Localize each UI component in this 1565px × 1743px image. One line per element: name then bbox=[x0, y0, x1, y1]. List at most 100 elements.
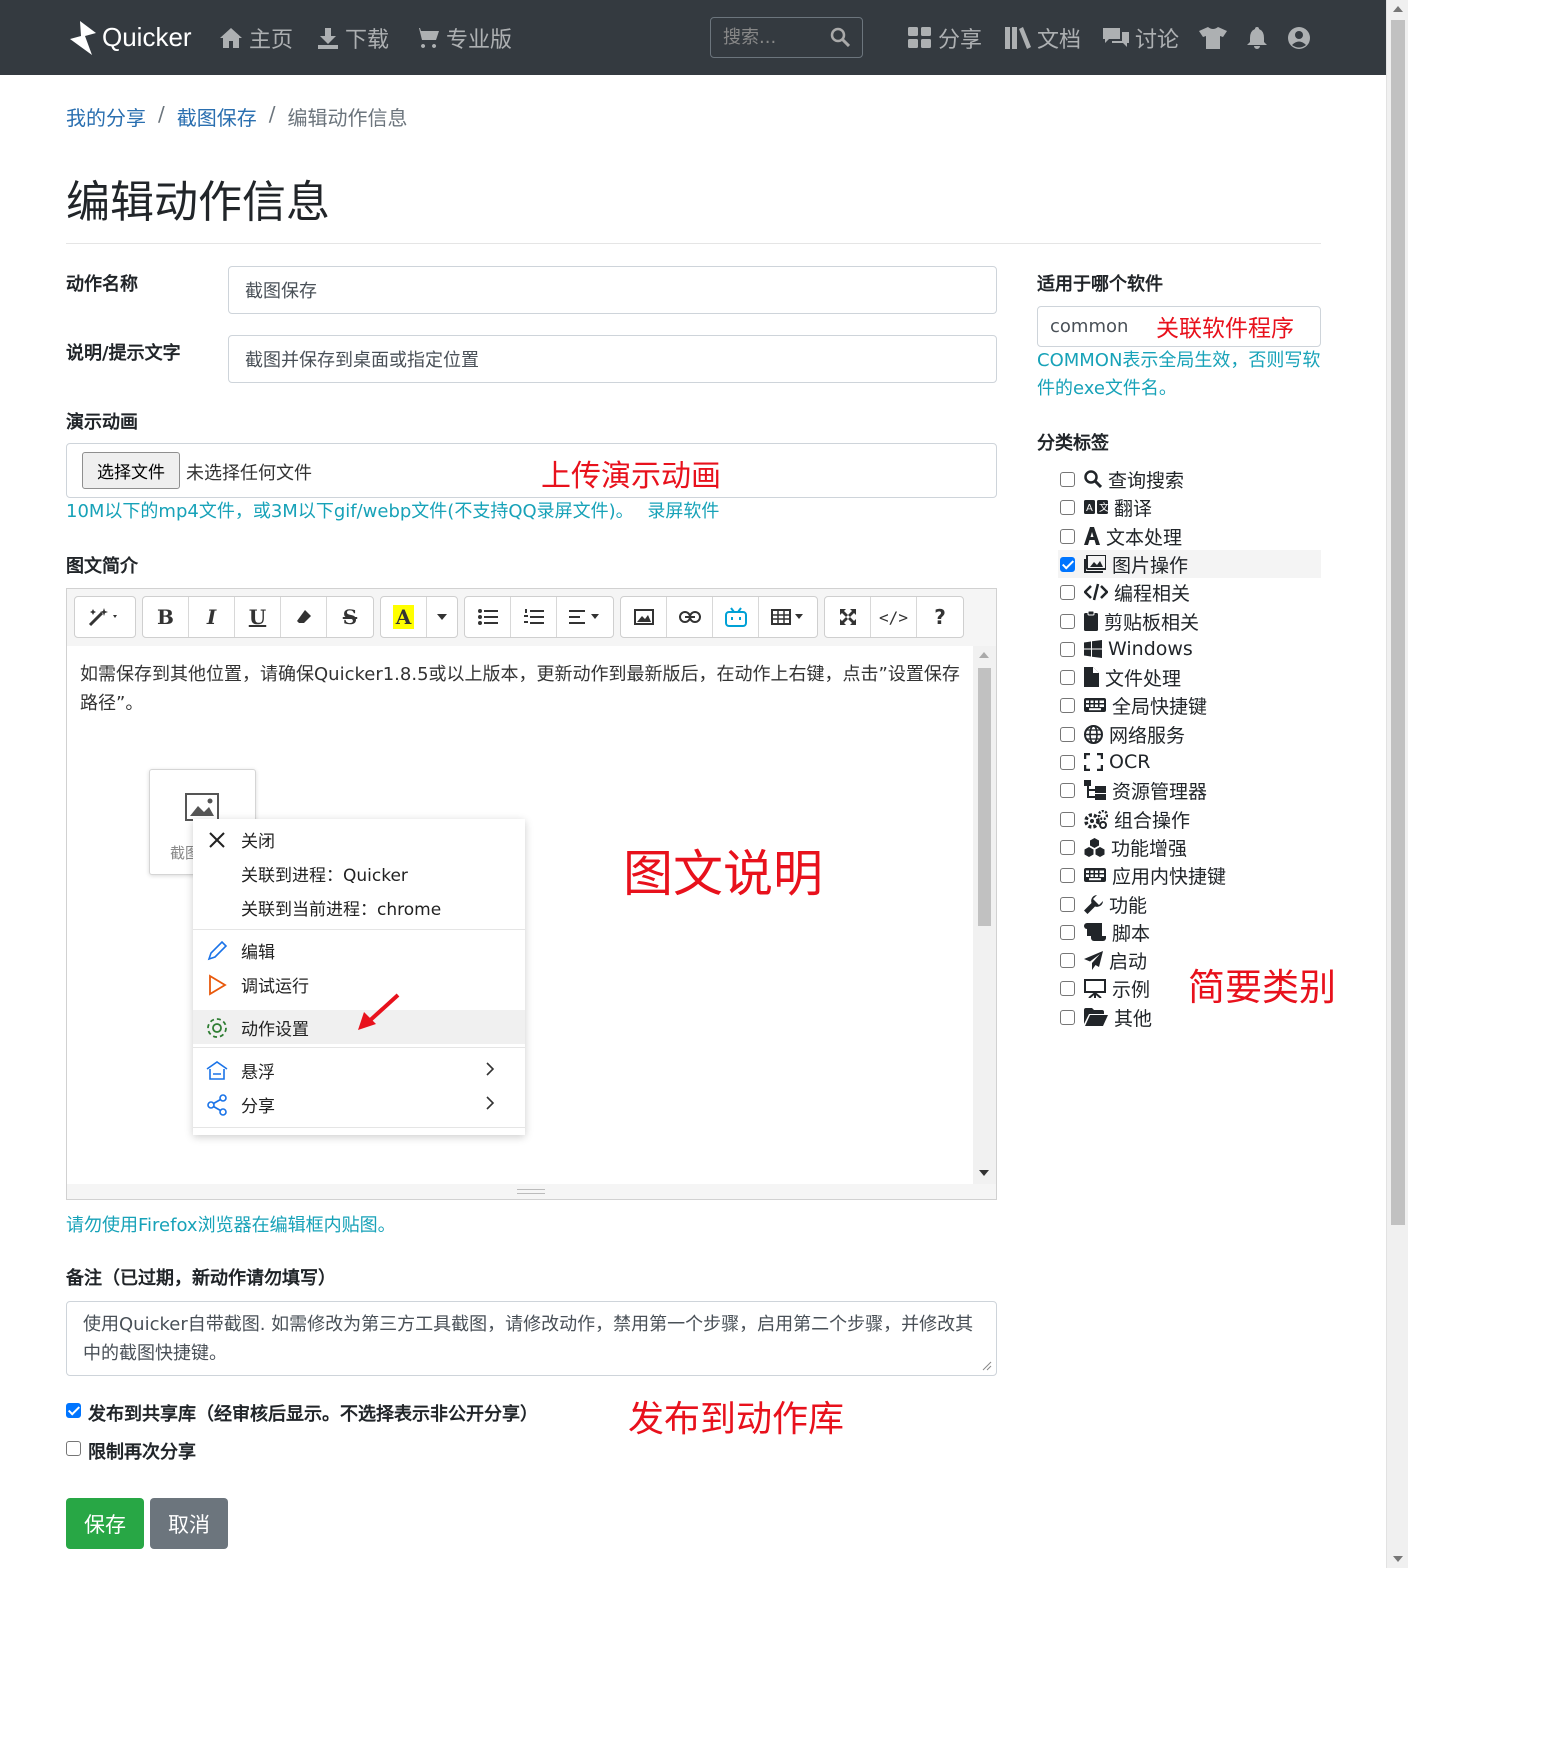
unordered-list-button[interactable] bbox=[465, 597, 511, 637]
tag-checkbox[interactable] bbox=[1060, 669, 1075, 685]
nav-tshirt[interactable] bbox=[1199, 0, 1233, 75]
tag-checkbox[interactable] bbox=[1060, 896, 1075, 912]
tag-checkbox[interactable] bbox=[1060, 726, 1075, 742]
tag-checkbox[interactable] bbox=[1060, 584, 1075, 600]
cancel-button[interactable]: 取消 bbox=[150, 1498, 228, 1549]
nav-docs[interactable]: 文档 bbox=[1005, 0, 1081, 75]
tag-checkbox[interactable] bbox=[1060, 811, 1075, 827]
tag-row[interactable]: 功能增强 bbox=[1058, 833, 1321, 861]
desc-input[interactable]: 截图并保存到桌面或指定位置 bbox=[228, 335, 997, 383]
tag-checkbox[interactable] bbox=[1060, 613, 1075, 629]
tag-row[interactable]: 应用内快捷键 bbox=[1058, 861, 1321, 889]
tag-row[interactable]: 图片操作 bbox=[1058, 550, 1321, 578]
text-color-dropdown[interactable] bbox=[427, 597, 457, 637]
annotation-category: 简要类别 bbox=[1188, 966, 1336, 1009]
code-view-button[interactable]: </> bbox=[871, 597, 917, 637]
tag-checkbox[interactable] bbox=[1060, 782, 1075, 798]
tag-row[interactable]: 剪贴板相关 bbox=[1058, 607, 1321, 635]
scroll-up-arrow[interactable] bbox=[1393, 6, 1403, 12]
tag-row[interactable]: 全局快捷键 bbox=[1058, 691, 1321, 719]
editor-resize-handle[interactable] bbox=[67, 1185, 996, 1199]
breadcrumb-my-shares[interactable]: 我的分享 bbox=[66, 102, 146, 131]
insert-bilibili-button[interactable] bbox=[713, 597, 759, 637]
name-input[interactable]: 截图保存 bbox=[228, 266, 997, 314]
editor-scroll-thumb[interactable] bbox=[978, 668, 991, 926]
menu-item-label: 悬浮 bbox=[241, 1062, 275, 1083]
tag-checkbox[interactable] bbox=[1060, 867, 1075, 883]
tag-row[interactable]: 功能 bbox=[1058, 890, 1321, 918]
eraser-icon bbox=[296, 610, 311, 623]
style-button[interactable] bbox=[75, 597, 135, 637]
editor-scrollbar[interactable] bbox=[973, 646, 996, 1184]
expand-icon bbox=[839, 609, 856, 625]
text-color-button[interactable]: A bbox=[381, 597, 427, 637]
tag-row[interactable]: 脚本 bbox=[1058, 918, 1321, 946]
tag-checkbox[interactable] bbox=[1060, 528, 1075, 544]
notes-textarea[interactable]: 使用Quicker自带截图. 如需修改为第三方工具截图，请修改动作，禁用第一个步… bbox=[66, 1301, 997, 1376]
tag-checkbox[interactable] bbox=[1060, 1009, 1075, 1025]
publish-checkbox[interactable] bbox=[66, 1403, 81, 1418]
limit-share-checkbox[interactable] bbox=[66, 1441, 81, 1456]
nav-notifications[interactable] bbox=[1247, 0, 1273, 75]
tag-row[interactable]: Windows bbox=[1058, 635, 1321, 663]
strikethrough-button[interactable]: S bbox=[327, 597, 373, 637]
menu-item-float: 悬浮 bbox=[193, 1053, 525, 1087]
windows-icon bbox=[1084, 640, 1108, 658]
choose-file-button[interactable]: 选择文件 bbox=[82, 452, 180, 489]
menu-item-label: 分享 bbox=[241, 1096, 275, 1117]
tag-row[interactable]: 文本处理 bbox=[1058, 522, 1321, 550]
ordered-list-button[interactable] bbox=[511, 597, 557, 637]
page-scrollbar[interactable] bbox=[1386, 0, 1408, 1568]
nav-discuss[interactable]: 讨论 bbox=[1103, 0, 1179, 75]
tag-checkbox[interactable] bbox=[1060, 839, 1075, 855]
tag-row[interactable]: 编程相关 bbox=[1058, 578, 1321, 606]
editor-scroll-down[interactable] bbox=[979, 1170, 989, 1176]
insert-link-button[interactable] bbox=[667, 597, 713, 637]
clear-format-button[interactable] bbox=[281, 597, 327, 637]
nav-download[interactable]: 下载 bbox=[317, 0, 389, 75]
italic-button[interactable]: I bbox=[189, 597, 235, 637]
search-input[interactable] bbox=[711, 18, 821, 57]
tag-row[interactable]: 资源管理器 bbox=[1058, 776, 1321, 804]
tag-checkbox[interactable] bbox=[1060, 641, 1075, 657]
tag-row[interactable]: 文件处理 bbox=[1058, 663, 1321, 691]
bold-button[interactable]: B bbox=[143, 597, 189, 637]
share-icon bbox=[207, 1094, 227, 1116]
save-button[interactable]: 保存 bbox=[66, 1498, 144, 1549]
brand-logo[interactable]: Quicker bbox=[70, 0, 192, 75]
nav-share-label: 分享 bbox=[938, 27, 983, 53]
resize-grip[interactable] bbox=[517, 1189, 545, 1194]
wrench-icon bbox=[1084, 894, 1109, 914]
textarea-resize-icon[interactable] bbox=[982, 1361, 992, 1371]
nav-user[interactable] bbox=[1288, 0, 1316, 75]
scroll-thumb[interactable] bbox=[1391, 20, 1405, 1225]
nav-share[interactable]: 分享 bbox=[908, 0, 982, 75]
tag-checkbox[interactable] bbox=[1060, 754, 1075, 770]
tag-row[interactable]: OCR bbox=[1058, 748, 1321, 776]
tag-checkbox[interactable] bbox=[1060, 952, 1075, 968]
screen-recorder-link[interactable]: 录屏软件 bbox=[647, 501, 719, 522]
tag-row[interactable]: 组合操作 bbox=[1058, 805, 1321, 833]
tag-checkbox[interactable] bbox=[1060, 471, 1075, 487]
insert-image-button[interactable] bbox=[621, 597, 667, 637]
help-button[interactable]: ? bbox=[917, 597, 963, 637]
insert-table-button[interactable] bbox=[759, 597, 817, 637]
tag-checkbox[interactable] bbox=[1060, 556, 1075, 572]
tag-row[interactable]: 查询搜索 bbox=[1058, 465, 1321, 493]
tag-row[interactable]: A 文翻译 bbox=[1058, 493, 1321, 521]
software-help: COMMON表示全局生效，否则写软件的exe文件名。 bbox=[1037, 350, 1321, 399]
paragraph-align-button[interactable] bbox=[557, 597, 613, 637]
breadcrumb-action[interactable]: 截图保存 bbox=[177, 102, 257, 131]
tag-row[interactable]: 网络服务 bbox=[1058, 720, 1321, 748]
fullscreen-button[interactable] bbox=[825, 597, 871, 637]
nav-home[interactable]: 主页 bbox=[219, 0, 293, 75]
tag-checkbox[interactable] bbox=[1060, 697, 1075, 713]
nav-pro[interactable]: 专业版 bbox=[414, 0, 512, 75]
tag-checkbox[interactable] bbox=[1060, 924, 1075, 940]
tag-checkbox[interactable] bbox=[1060, 499, 1075, 515]
editor-scroll-up[interactable] bbox=[979, 652, 989, 658]
scroll-down-arrow[interactable] bbox=[1393, 1556, 1403, 1562]
tag-checkbox[interactable] bbox=[1060, 980, 1075, 996]
search-button[interactable] bbox=[830, 27, 851, 51]
underline-button[interactable]: U bbox=[235, 597, 281, 637]
